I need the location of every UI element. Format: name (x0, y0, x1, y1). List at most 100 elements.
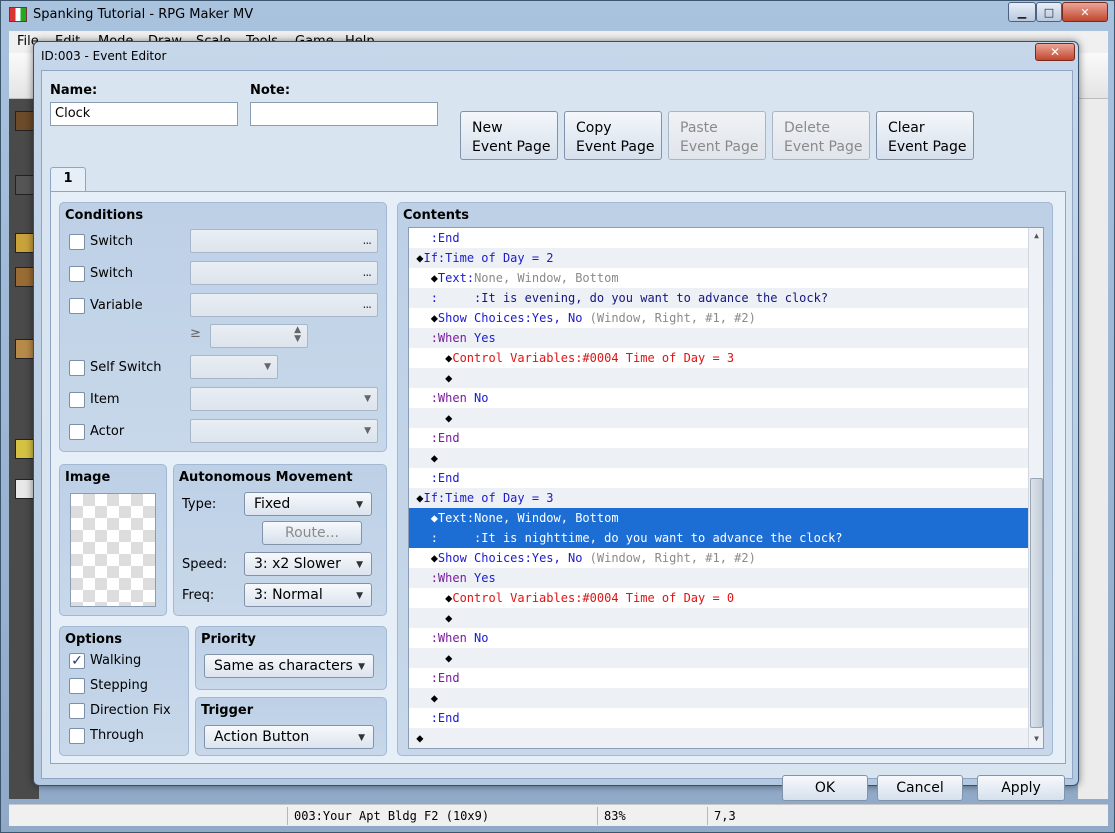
minimize-button[interactable]: ▁ (1008, 2, 1036, 22)
actor-checkbox[interactable] (69, 424, 85, 440)
tab-page-1[interactable]: 1 (50, 167, 86, 192)
command-row[interactable]: :When No (409, 388, 1028, 408)
route-button[interactable]: Route... (262, 521, 362, 545)
command-row[interactable]: ◆ (409, 688, 1028, 708)
actor-label: Actor (90, 424, 125, 439)
through-checkbox[interactable] (69, 728, 85, 744)
command-row[interactable]: :End (409, 428, 1028, 448)
command-row[interactable]: ◆Show Choices:Yes, No (Window, Right, #1… (409, 548, 1028, 568)
maximize-button[interactable]: □ (1036, 2, 1062, 22)
speed-label: Speed: (182, 557, 228, 572)
button-label-line2: Event Page (472, 139, 551, 155)
command-text (438, 291, 474, 305)
command-text: End (437, 471, 460, 485)
command-row[interactable]: :End (409, 228, 1028, 248)
variable-picker[interactable]: ... (190, 293, 378, 317)
spinner-arrows-icon[interactable]: ▲ ▼ (294, 326, 301, 344)
stepping-checkbox[interactable] (69, 678, 85, 694)
row-indent (409, 331, 431, 345)
switch1-checkbox[interactable] (69, 234, 85, 250)
delete-event-page-button[interactable]: Delete Event Page (772, 111, 870, 160)
walking-checkbox[interactable]: ✓ (69, 653, 85, 669)
switch2-picker[interactable]: ... (190, 261, 378, 285)
command-row[interactable]: ◆Control Variables:#0004 Time of Day = 3 (409, 348, 1028, 368)
command-diamond-icon: ◆ (430, 451, 438, 465)
event-image-preview[interactable] (70, 493, 156, 607)
movement-speed-select[interactable]: 3: x2 Slower ▼ (244, 552, 372, 576)
command-row[interactable]: :End (409, 668, 1028, 688)
direction-fix-checkbox[interactable] (69, 703, 85, 719)
button-label-line2: Event Page (576, 139, 655, 155)
item-select[interactable]: ▼ (190, 387, 378, 411)
command-row[interactable]: ◆Show Choices:Yes, No (Window, Right, #1… (409, 308, 1028, 328)
stepping-label: Stepping (90, 678, 148, 693)
note-field[interactable] (250, 102, 438, 126)
command-row[interactable]: ◆Text:None, Window, Bottom (409, 268, 1028, 288)
command-row[interactable]: :When Yes (409, 568, 1028, 588)
paste-event-page-button[interactable]: Paste Event Page (668, 111, 766, 160)
command-row[interactable]: :When Yes (409, 328, 1028, 348)
switch2-checkbox[interactable] (69, 266, 85, 282)
command-row[interactable]: ◆ (409, 728, 1028, 748)
command-text: : (466, 511, 475, 525)
scroll-up-arrow-icon[interactable]: ▲ (1030, 229, 1043, 243)
command-row[interactable]: ◆ (409, 368, 1028, 388)
command-row[interactable]: ◆Control Variables:#0004 Time of Day = 0 (409, 588, 1028, 608)
command-row[interactable]: ◆If:Time of Day = 3 (409, 488, 1028, 508)
switch1-label: Switch (90, 234, 133, 249)
name-field[interactable]: Clock (50, 102, 238, 126)
movement-freq-select[interactable]: 3: Normal ▼ (244, 583, 372, 607)
command-row[interactable]: :When No (409, 628, 1028, 648)
command-text (438, 531, 474, 545)
command-text: (Window, Right, #1, #2) (582, 551, 756, 565)
command-row[interactable]: ◆Text:None, Window, Bottom (409, 508, 1028, 528)
command-text: : (430, 631, 438, 645)
item-checkbox[interactable] (69, 392, 85, 408)
command-text: Yes, No (531, 551, 583, 565)
command-row[interactable]: ◆ (409, 448, 1028, 468)
command-row[interactable]: ◆ (409, 648, 1028, 668)
actor-select[interactable]: ▼ (190, 419, 378, 443)
clear-event-page-button[interactable]: Clear Event Page (876, 111, 974, 160)
self-switch-select[interactable]: ▼ (190, 355, 278, 379)
chevron-down-icon: ▼ (356, 591, 363, 601)
dialog-close-button[interactable]: ✕ (1035, 43, 1075, 61)
command-row[interactable]: :End (409, 708, 1028, 728)
command-row[interactable]: ◆ (409, 408, 1028, 428)
button-label-line2: Event Page (680, 139, 759, 155)
variable-value-spinner[interactable]: ▲ ▼ (210, 324, 308, 348)
command-row[interactable]: :End (409, 468, 1028, 488)
event-command-list[interactable]: :End ◆If:Time of Day = 2 ◆Text:None, Win… (408, 227, 1044, 749)
ellipsis-icon: ... (362, 265, 373, 279)
command-text: End (437, 671, 460, 685)
priority-select[interactable]: Same as characters ▼ (204, 654, 374, 678)
ok-button[interactable]: OK (782, 775, 868, 801)
self-switch-checkbox[interactable] (69, 360, 85, 376)
trigger-select[interactable]: Action Button ▼ (204, 725, 374, 749)
type-label: Type: (182, 497, 217, 512)
cancel-button[interactable]: Cancel (877, 775, 963, 801)
copy-event-page-button[interactable]: Copy Event Page (564, 111, 662, 160)
trigger-value: Action Button (214, 729, 310, 745)
command-text: No (466, 391, 489, 405)
command-row[interactable]: : :It is evening, do you want to advance… (409, 288, 1028, 308)
row-indent (409, 311, 431, 325)
main-title-bar: Spanking Tutorial - RPG Maker MV ▁ □ ✕ (1, 1, 1114, 31)
command-row[interactable]: ◆ (409, 608, 1028, 628)
variable-checkbox[interactable] (69, 298, 85, 314)
new-event-page-button[interactable]: New Event Page (460, 111, 558, 160)
scroll-down-arrow-icon[interactable]: ▼ (1030, 732, 1043, 746)
close-button[interactable]: ✕ (1062, 2, 1108, 22)
row-indent (409, 531, 431, 545)
scrollbar-thumb[interactable] (1030, 478, 1043, 728)
contents-group: Contents :End ◆If:Time of Day = 2 ◆Text:… (397, 202, 1053, 756)
vertical-scrollbar[interactable]: ▲ ▼ (1028, 228, 1043, 748)
movement-type-select[interactable]: Fixed ▼ (244, 492, 372, 516)
command-diamond-icon: ◆ (416, 731, 424, 745)
chevron-down-icon: ▼ (356, 500, 363, 510)
command-row[interactable]: ◆If:Time of Day = 2 (409, 248, 1028, 268)
apply-button[interactable]: Apply (977, 775, 1065, 801)
item-label: Item (90, 392, 120, 407)
switch1-picker[interactable]: ... (190, 229, 378, 253)
command-row[interactable]: : :It is nighttime, do you want to advan… (409, 528, 1028, 548)
